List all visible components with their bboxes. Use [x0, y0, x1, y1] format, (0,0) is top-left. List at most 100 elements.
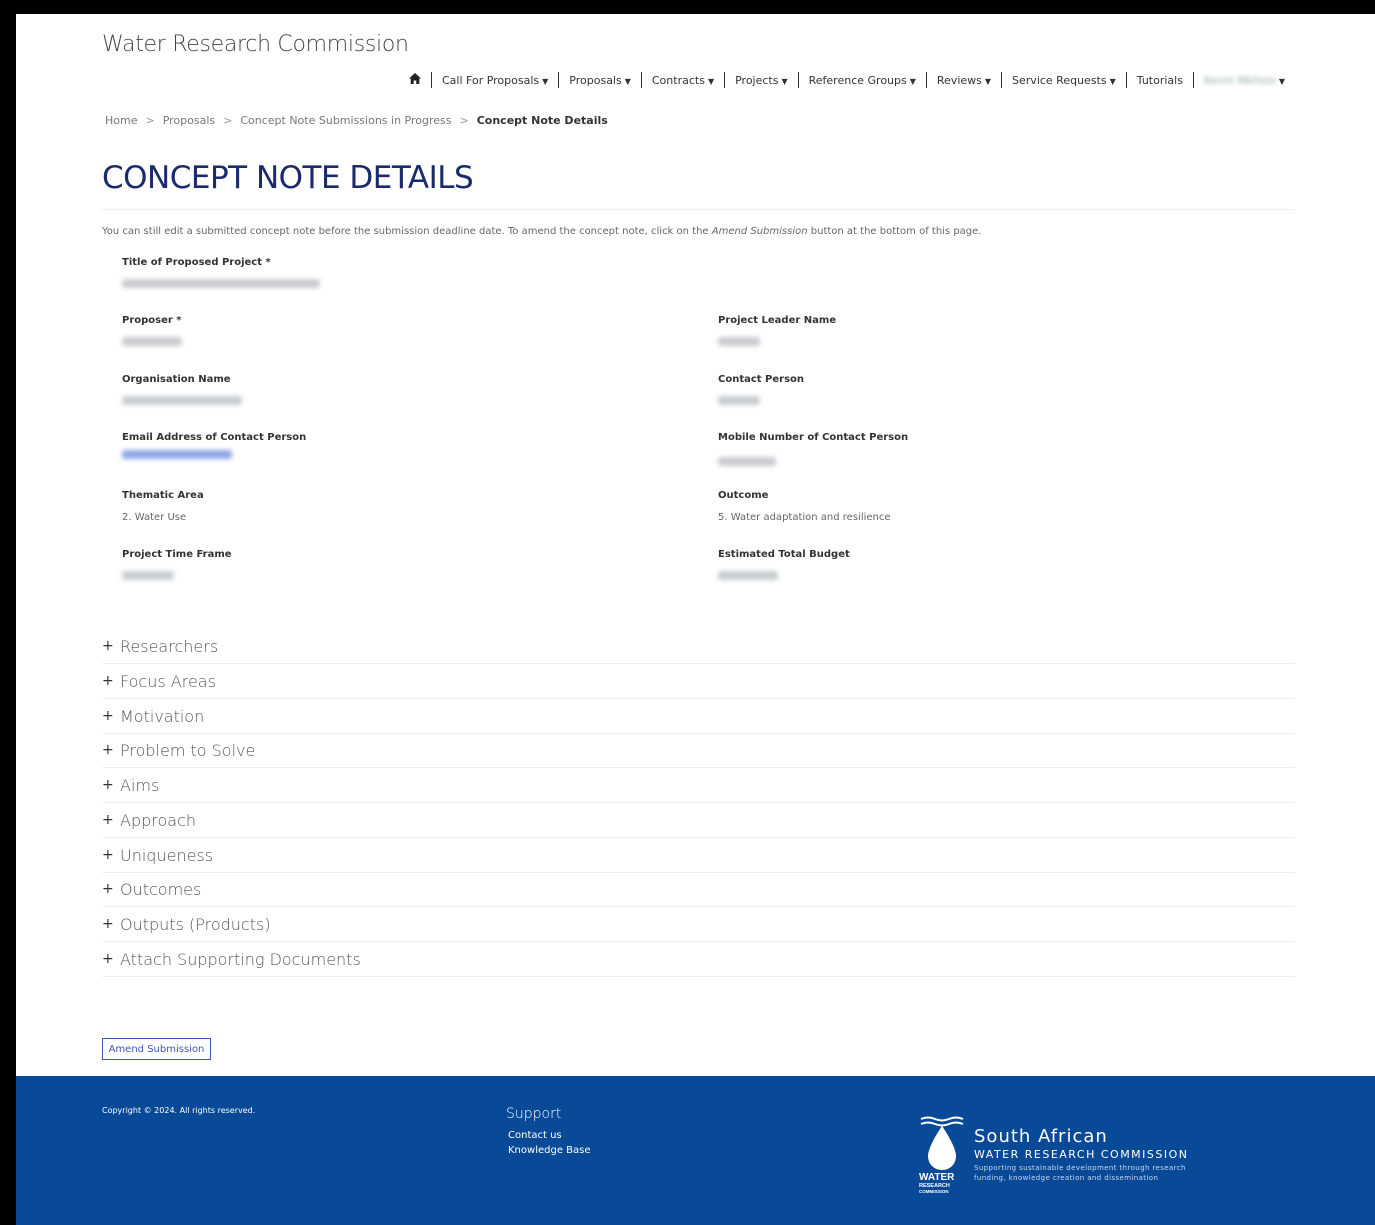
field-label: Email Address of Contact Person	[122, 432, 307, 443]
caret-down-icon: ▼	[1109, 76, 1116, 86]
field-value-redacted	[718, 457, 908, 469]
field-value: 5. Water adaptation and resilience	[718, 512, 891, 523]
field-value-redacted	[122, 279, 320, 291]
plus-icon: +	[102, 673, 114, 689]
plus-icon: +	[102, 638, 114, 654]
logo-text: South African WATER RESEARCH COMMISSION …	[974, 1126, 1189, 1182]
water-drop-icon: WATER RESEARCH COMMISSION	[919, 1116, 964, 1194]
section-problem-to-solve[interactable]: + Problem to Solve	[102, 733, 1295, 768]
breadcrumb-home[interactable]: Home	[105, 114, 137, 127]
email-link-redacted[interactable]	[122, 450, 306, 462]
field-value-redacted	[122, 337, 182, 349]
nav-projects[interactable]: Projects ▼	[725, 74, 798, 87]
field-project-title: Title of Proposed Project *	[122, 257, 320, 291]
breadcrumb-separator: >	[223, 114, 233, 127]
section-uniqueness[interactable]: + Uniqueness	[102, 838, 1295, 873]
plus-icon: +	[102, 708, 114, 724]
caret-down-icon: ▼	[984, 76, 992, 86]
logo-line-1: South African	[974, 1126, 1108, 1147]
amend-submission-button[interactable]: Amend Submission	[102, 1038, 211, 1060]
intro-text: You can still edit a submitted concept n…	[102, 226, 982, 237]
caret-down-icon: ▼	[909, 76, 916, 86]
field-project-leader: Project Leader Name	[718, 315, 836, 349]
plus-icon: +	[102, 742, 114, 758]
field-value: 2. Water Use	[122, 512, 187, 523]
field-label: Title of Proposed Project *	[122, 257, 271, 268]
field-email: Email Address of Contact Person	[122, 432, 306, 462]
plus-icon: +	[102, 951, 114, 967]
field-proposer: Proposer *	[122, 315, 182, 349]
plus-icon: +	[102, 847, 114, 863]
field-label: Organisation Name	[122, 374, 231, 385]
breadcrumb-submissions[interactable]: Concept Note Submissions in Progress	[240, 114, 451, 127]
section-outcomes[interactable]: + Outcomes	[102, 872, 1295, 907]
caret-down-icon: ▼	[781, 76, 788, 86]
field-label: Project Time Frame	[122, 549, 232, 560]
field-contact-person: Contact Person	[718, 374, 804, 408]
section-motivation[interactable]: + Motivation	[102, 699, 1295, 734]
field-label: Estimated Total Budget	[718, 549, 850, 560]
field-value-redacted	[718, 337, 836, 349]
section-aims[interactable]: + Aims	[102, 768, 1295, 803]
nav-reviews[interactable]: Reviews ▼	[927, 74, 1001, 87]
nav-contracts[interactable]: Contracts ▼	[642, 74, 724, 87]
plus-icon: +	[102, 881, 114, 897]
caret-down-icon: ▼	[1278, 76, 1285, 86]
breadcrumb: Home > Proposals > Concept Note Submissi…	[105, 114, 608, 127]
field-value-redacted	[718, 571, 850, 583]
field-time-frame: Project Time Frame	[122, 549, 232, 583]
wrc-logo: WATER RESEARCH COMMISSION	[918, 1116, 968, 1200]
field-label: Contact Person	[718, 374, 805, 385]
section-approach[interactable]: + Approach	[102, 803, 1295, 838]
logo-line-2: WATER RESEARCH COMMISSION	[974, 1148, 1189, 1161]
contact-us-link[interactable]: Contact us	[508, 1130, 562, 1141]
field-value-redacted	[122, 396, 242, 408]
caret-down-icon: ▼	[624, 76, 631, 86]
logo-line-4: funding, knowledge creation and dissemin…	[974, 1174, 1159, 1182]
section-focus-areas[interactable]: + Focus Areas	[102, 664, 1295, 699]
page-title: CONCEPT NOTE DETAILS	[102, 160, 474, 196]
breadcrumb-current: Concept Note Details	[476, 114, 608, 127]
svg-text:WATER: WATER	[919, 1172, 955, 1183]
plus-icon: +	[102, 812, 114, 828]
field-outcome: Outcome 5. Water adaptation and resilien…	[718, 490, 891, 523]
footer: Copyright © 2024. All rights reserved. S…	[16, 1076, 1375, 1225]
field-mobile: Mobile Number of Contact Person	[718, 432, 908, 469]
field-label: Proposer *	[122, 315, 182, 326]
support-heading: Support	[506, 1106, 562, 1122]
field-label: Project Leader Name	[718, 315, 837, 326]
field-label: Outcome	[718, 490, 769, 501]
field-organisation: Organisation Name	[122, 374, 242, 408]
caret-down-icon: ▼	[542, 76, 549, 86]
logo-line-3: Supporting sustainable development throu…	[974, 1164, 1186, 1172]
plus-icon: +	[102, 777, 114, 793]
field-value-redacted	[122, 571, 232, 583]
caret-down-icon: ▼	[707, 76, 715, 86]
copyright-text: Copyright © 2024. All rights reserved.	[102, 1106, 256, 1115]
field-thematic-area: Thematic Area 2. Water Use	[122, 490, 204, 523]
section-researchers[interactable]: + Researchers	[102, 629, 1295, 664]
nav-user-menu[interactable]: Kevin Mkhize ▼	[1194, 74, 1295, 87]
brand-title[interactable]: Water Research Commission	[102, 32, 409, 57]
section-outputs[interactable]: + Outputs (Products)	[102, 907, 1295, 942]
title-divider	[102, 209, 1295, 210]
breadcrumb-proposals[interactable]: Proposals	[163, 114, 215, 127]
knowledge-base-link[interactable]: Knowledge Base	[508, 1145, 591, 1156]
section-attach-documents[interactable]: + Attach Supporting Documents	[102, 942, 1295, 977]
nav-tutorials[interactable]: Tutorials	[1127, 74, 1193, 87]
main-nav: Call For Proposals ▼ Proposals ▼ Contracts…	[399, 72, 1295, 88]
page-frame: Water Research Commission Call For Propo…	[16, 14, 1375, 1225]
nav-service-requests[interactable]: Service Requests ▼	[1002, 74, 1126, 87]
nav-reference-groups[interactable]: Reference Groups ▼	[799, 74, 926, 87]
breadcrumb-separator: >	[459, 114, 469, 127]
nav-proposals[interactable]: Proposals ▼	[559, 74, 641, 87]
field-budget: Estimated Total Budget	[718, 549, 850, 583]
nav-call-for-proposals[interactable]: Call For Proposals ▼	[432, 74, 558, 87]
field-label: Thematic Area	[122, 490, 204, 501]
svg-text:COMMISSION: COMMISSION	[919, 1189, 949, 1194]
breadcrumb-separator: >	[145, 114, 155, 127]
home-icon[interactable]	[399, 72, 431, 88]
field-value-redacted	[718, 396, 804, 408]
plus-icon: +	[102, 916, 114, 932]
field-label: Mobile Number of Contact Person	[718, 432, 909, 443]
